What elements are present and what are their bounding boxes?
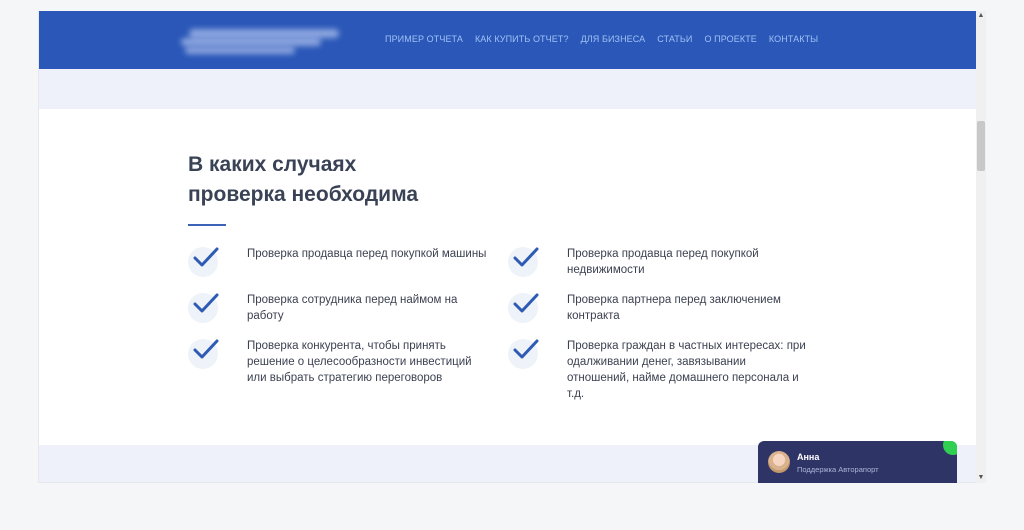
nav-item-business[interactable]: ДЛЯ БИЗНЕСА xyxy=(581,34,646,44)
check-icon xyxy=(508,336,542,369)
check-icon xyxy=(508,244,542,277)
list-item-text: Проверка партнера перед заключением конт… xyxy=(567,294,781,322)
avatar xyxy=(768,451,790,473)
check-icon xyxy=(188,244,222,277)
nav-item-report-example[interactable]: ПРИМЕР ОТЧЕТА xyxy=(385,34,463,44)
list-item-text: Проверка сотрудника перед наймом на рабо… xyxy=(247,294,458,322)
page-viewport: ПРИМЕР ОТЧЕТА КАК КУПИТЬ ОТЧЕТ? ДЛЯ БИЗН… xyxy=(38,11,976,483)
chat-agent-name: Анна xyxy=(797,452,820,462)
nav-item-articles[interactable]: СТАТЬИ xyxy=(657,34,692,44)
main-nav: ПРИМЕР ОТЧЕТА КАК КУПИТЬ ОТЧЕТ? ДЛЯ БИЗН… xyxy=(385,34,818,44)
page-scrollbar[interactable]: ▲ ▼ xyxy=(976,11,986,483)
site-logo[interactable] xyxy=(181,25,343,59)
section-title-line2: проверка необходима xyxy=(188,183,419,206)
section-title-line1: В каких случаях xyxy=(188,153,357,176)
check-icon xyxy=(188,290,222,323)
list-item-text: Проверка продавца перед покупкой недвижи… xyxy=(567,248,759,276)
nav-item-about[interactable]: О ПРОЕКТЕ xyxy=(704,34,756,44)
online-status-indicator xyxy=(943,441,957,455)
chat-agent-role: Поддержка Автоpaпорт xyxy=(797,465,879,474)
scroll-down-arrow-icon[interactable]: ▼ xyxy=(976,473,986,483)
title-underline xyxy=(188,224,226,226)
section-title: В каких случаях проверка необходима xyxy=(188,150,508,210)
nav-item-contacts[interactable]: КОНТАКТЫ xyxy=(769,34,818,44)
section-divider-top xyxy=(39,69,976,109)
check-icon xyxy=(188,336,222,369)
support-chat-widget[interactable]: Анна Поддержка Автоpaпорт xyxy=(758,441,957,483)
list-item-text: Проверка граждан в частных интересах: пр… xyxy=(567,340,806,400)
check-icon xyxy=(508,290,542,323)
list-item-text: Проверка продавца перед покупкой машины xyxy=(247,248,487,260)
scroll-thumb[interactable] xyxy=(977,121,985,171)
header: ПРИМЕР ОТЧЕТА КАК КУПИТЬ ОТЧЕТ? ДЛЯ БИЗН… xyxy=(39,11,976,69)
scroll-up-arrow-icon[interactable]: ▲ xyxy=(976,11,986,21)
list-item-text: Проверка конкурента, чтобы принять решен… xyxy=(247,340,472,384)
nav-item-how-to-buy[interactable]: КАК КУПИТЬ ОТЧЕТ? xyxy=(475,34,569,44)
